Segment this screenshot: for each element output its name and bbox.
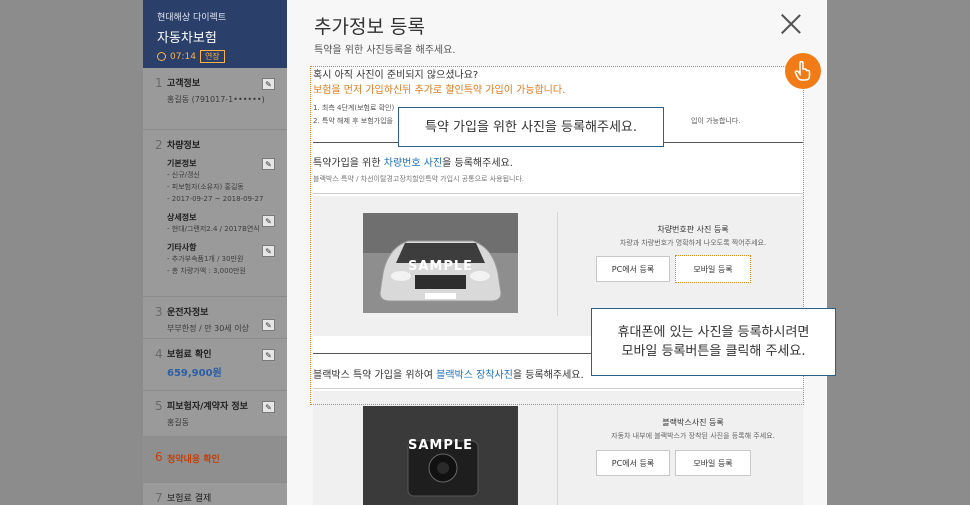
sample-watermark: SAMPLE — [407, 259, 474, 274]
title-text: 특약가입을 위한 — [313, 158, 384, 169]
edit-detail-info-button[interactable]: ✎ — [262, 215, 275, 227]
blackbox-register-title: 블랙박스사진 등록 — [662, 418, 724, 427]
title-highlight: 블랙박스 장착사진 — [436, 370, 513, 381]
plate-photo-section-title: 특약가입을 위한 차량번호 사진을 등록해주세요. — [313, 154, 513, 169]
step-summary: 부부한정 / 만 30세 이상 — [167, 324, 249, 333]
notice-item: 입이 가능합니다. — [691, 117, 741, 125]
divider — [313, 193, 803, 194]
step-number: 3 — [155, 305, 163, 319]
title-text: 블랙박스 특약 가입을 위하여 — [313, 370, 437, 381]
plate-register-desc: 차량과 차량번호가 명확하게 나오도록 찍어주세요. — [619, 239, 767, 247]
step-number: 2 — [155, 138, 163, 152]
step-label: 보험료 확인 — [167, 350, 212, 360]
plate-photo-section-desc: 블랙박스 특약 / 차선이탈경고장치할인특약 가입시 공통으로 사용됩니다. — [313, 175, 525, 183]
sidebar-step-payment: 7 보험료 결제 — [143, 483, 287, 505]
sidebar-step-driver: 3 운전자정보 ✎ 부부한정 / 만 30세 이상 — [143, 297, 287, 339]
step-label: 보험료 결제 — [167, 494, 212, 504]
step-label: 운전자정보 — [167, 308, 209, 318]
sidebar-header: 현대해상 다이렉트 자동차보험 07:14 연장 — [143, 0, 287, 68]
edit-premium-button[interactable]: ✎ — [262, 349, 275, 361]
blackbox-mobile-register-button[interactable]: 모바일 등록 — [675, 450, 751, 476]
clock-icon — [157, 52, 166, 61]
panel-divider — [557, 212, 558, 316]
etc-info-item: - 추가부속품1개 / 30만원 — [167, 255, 244, 263]
step-label: 차량정보 — [167, 141, 201, 151]
step-number: 5 — [155, 399, 163, 413]
hand-pointer-icon — [794, 61, 811, 81]
extend-session-button[interactable]: 연장 — [199, 50, 225, 63]
sample-car-image: SAMPLE — [363, 213, 518, 313]
step-summary: 홍길동 (791017-1••••••) — [167, 95, 265, 104]
timer-value: 07:14 — [170, 51, 196, 62]
photo-register-tooltip: 특약 가입을 위한 사진을 등록해주세요. — [398, 107, 664, 147]
edit-etc-info-button[interactable]: ✎ — [262, 245, 275, 257]
etc-info-item: - 총 차량가액 : 3,000만원 — [167, 267, 246, 275]
blackbox-photo-section-title: 블랙박스 특약 가입을 위하여 블랙박스 장착사진을 등록해주세요. — [313, 366, 584, 381]
step-number: 4 — [155, 347, 163, 361]
step-number: 7 — [155, 491, 163, 505]
basic-info-item: - 피보험자(소유자) 홍길동 — [167, 183, 244, 191]
sample-watermark: SAMPLE — [407, 438, 474, 453]
notice-item: 2. 특약 해제 후 보험가입을 — [313, 117, 393, 125]
touch-hand-icon — [785, 53, 821, 89]
blackbox-pc-register-button[interactable]: PC에서 등록 — [596, 450, 670, 476]
title-highlight: 차량번호 사진 — [383, 158, 443, 169]
divider — [313, 388, 803, 389]
sidebar-step-premium: 4 보험료 확인 ✎ 659,900원 — [143, 339, 287, 391]
basic-info-item: - 2017-09-27 ~ 2018-09-27 — [167, 195, 264, 203]
basic-info-title: 기본정보 — [167, 159, 197, 168]
mobile-register-tooltip: 휴대폰에 있는 사진을 등록하시려면 모바일 등록버튼을 클릭해 주세요. — [591, 308, 836, 376]
blackbox-photo-panel: SAMPLE 블랙박스사진 등록 자동차 내부에 블랙박스가 장착된 사진을 등… — [313, 391, 803, 505]
edit-insured-button[interactable]: ✎ — [262, 401, 275, 413]
notice-item: 1. 최측 4단계(보험료 확인) — [313, 104, 395, 112]
tooltip-line: 휴대폰에 있는 사진을 등록하시려면 — [617, 325, 810, 340]
sample-blackbox-image: SAMPLE — [363, 406, 518, 505]
title-text: 을 등록해주세요. — [442, 158, 513, 169]
additional-info-modal: 추가정보 등록 특약을 위한 사진등록을 해주세요. 혹시 아직 사진이 준비되… — [287, 0, 827, 505]
plate-pc-register-button[interactable]: PC에서 등록 — [596, 256, 670, 282]
step-label: 고객정보 — [167, 79, 201, 89]
product-title: 자동차보험 — [157, 31, 217, 46]
panel-divider — [557, 405, 558, 505]
title-text: 을 등록해주세요. — [512, 370, 584, 381]
premium-amount: 659,900원 — [167, 368, 222, 379]
step-number: 1 — [155, 76, 163, 90]
edit-basic-info-button[interactable]: ✎ — [262, 158, 275, 170]
sidebar-step-insured: 5 피보험자/계약자 정보 ✎ 홍길동 — [143, 391, 287, 437]
sidebar: 현대해상 다이렉트 자동차보험 07:14 연장 1 고객정보 ✎ 홍길동 (7… — [143, 0, 287, 505]
notice-question: 혹시 아직 사진이 준비되지 않으셨나요? — [313, 70, 479, 81]
tooltip-line: 모바일 등록버튼을 클릭해 주세요. — [621, 344, 806, 359]
session-timer: 07:14 연장 — [157, 50, 273, 63]
plate-mobile-register-button[interactable]: 모바일 등록 — [675, 255, 751, 283]
step-label: 청약내용 확인 — [167, 455, 220, 465]
blackbox-register-desc: 자동차 내부에 블랙박스가 장착된 사진을 등록해 주세요. — [611, 432, 775, 440]
edit-customer-button[interactable]: ✎ — [262, 78, 275, 90]
sidebar-step-customer: 1 고객정보 ✎ 홍길동 (791017-1••••••) — [143, 68, 287, 130]
notice-emphasis: 보험을 먼저 가입하신뒤 추가로 할인특약 가입이 가능합니다. — [313, 85, 566, 96]
brand-name: 현대해상 다이렉트 — [157, 13, 227, 23]
modal-subtitle: 특약을 위한 사진등록을 해주세요. — [314, 45, 456, 56]
step-summary: 홍길동 — [167, 418, 190, 427]
sidebar-step-vehicle: 2 차량정보 기본정보 ✎ - 신규/갱신 - 피보험자(소유자) 홍길동 - … — [143, 130, 287, 297]
step-number: 6 — [155, 450, 163, 464]
etc-info-title: 기타사항 — [167, 243, 197, 252]
edit-driver-button[interactable]: ✎ — [262, 319, 275, 331]
blackbox-icon — [363, 406, 518, 505]
plate-register-title: 차량번호판 사진 등록 — [657, 225, 729, 234]
step-label: 피보험자/계약자 정보 — [167, 402, 248, 412]
sidebar-step-review[interactable]: 6 청약내용 확인 — [143, 437, 287, 483]
close-icon[interactable] — [780, 13, 802, 35]
basic-info-item: - 신규/갱신 — [167, 171, 200, 179]
detail-info-item: - 현대/그랜저2.4 / 2017B연식 — [167, 225, 260, 233]
modal-title: 추가정보 등록 — [314, 16, 425, 38]
detail-info-title: 상세정보 — [167, 213, 197, 222]
